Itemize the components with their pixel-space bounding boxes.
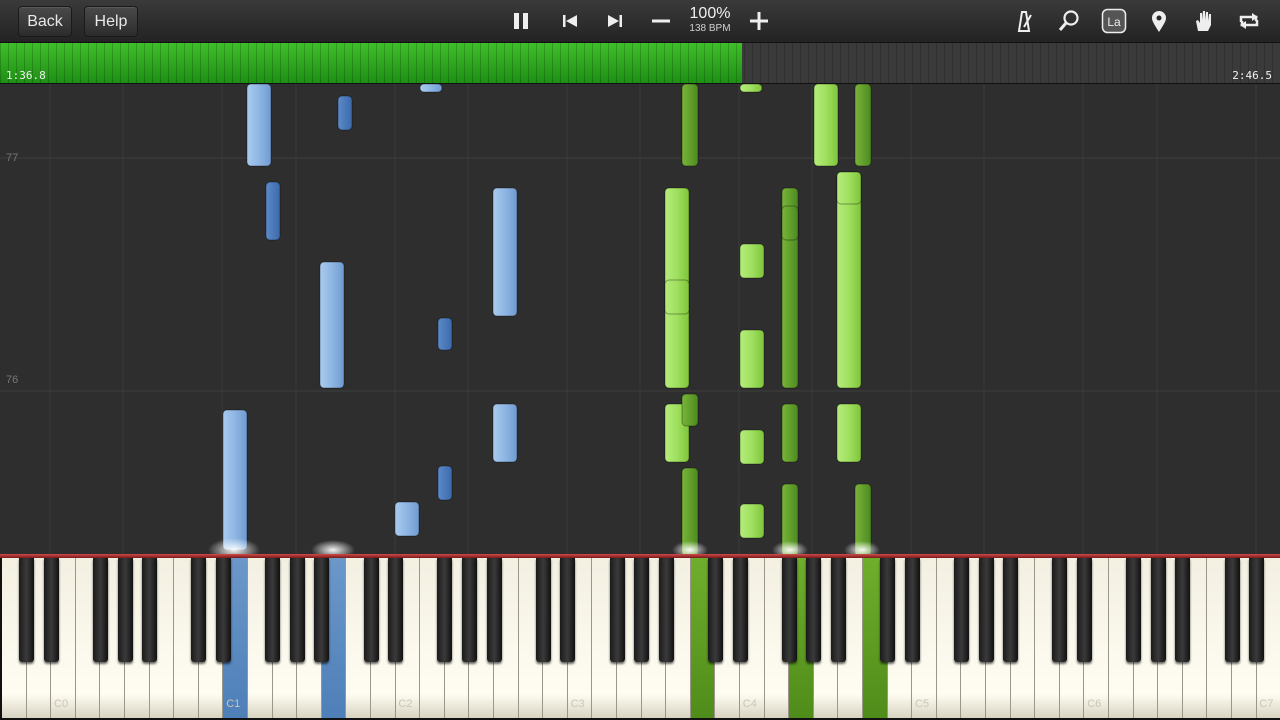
black-key[interactable] xyxy=(953,558,969,662)
right-hand-note xyxy=(836,403,862,463)
black-key[interactable] xyxy=(658,558,674,662)
falling-notes-area: 77 76 xyxy=(0,84,1280,556)
black-key[interactable] xyxy=(486,558,502,662)
measure-number: 76 xyxy=(6,374,19,386)
octave-label: C0 xyxy=(54,698,69,710)
right-hand-note xyxy=(781,403,799,463)
loop-icon[interactable] xyxy=(1233,5,1265,37)
black-key[interactable] xyxy=(142,558,158,662)
black-key[interactable] xyxy=(634,558,650,662)
left-hand-note xyxy=(246,84,272,167)
left-hand-note xyxy=(222,409,248,551)
right-hand-note xyxy=(739,329,765,389)
location-pin-icon[interactable] xyxy=(1143,5,1175,37)
black-key[interactable] xyxy=(1126,558,1142,662)
black-key[interactable] xyxy=(314,558,330,662)
left-hand-note xyxy=(319,261,345,389)
skip-previous-icon[interactable] xyxy=(554,5,586,37)
black-key[interactable] xyxy=(1249,558,1265,662)
black-key[interactable] xyxy=(1150,558,1166,662)
black-key[interactable] xyxy=(1224,558,1240,662)
black-key[interactable] xyxy=(215,558,231,662)
left-hand-note xyxy=(492,187,518,317)
left-hand-note xyxy=(419,84,443,93)
measure-number: 77 xyxy=(6,152,19,164)
black-key[interactable] xyxy=(1175,558,1191,662)
black-key[interactable] xyxy=(535,558,551,662)
right-hand-note xyxy=(739,243,765,279)
tempo-bpm: 138 BPM xyxy=(689,23,731,34)
black-key[interactable] xyxy=(19,558,35,662)
octave-label: C4 xyxy=(742,698,757,710)
right-hand-note xyxy=(739,84,763,93)
top-toolbar: Back Help 100% 138 BPM La xyxy=(0,0,1280,43)
skip-next-icon[interactable] xyxy=(599,5,631,37)
black-key[interactable] xyxy=(732,558,748,662)
black-key[interactable] xyxy=(117,558,133,662)
black-key[interactable] xyxy=(265,558,281,662)
left-hand-note xyxy=(492,403,518,463)
notes-layer xyxy=(222,84,872,556)
black-key[interactable] xyxy=(806,558,822,662)
left-hand-note xyxy=(437,317,453,351)
tempo-display: 100% 138 BPM xyxy=(680,5,740,35)
metronome-icon[interactable] xyxy=(1008,5,1040,37)
notes-canvas xyxy=(0,84,1280,556)
black-key[interactable] xyxy=(363,558,379,662)
right-hand-note xyxy=(836,171,862,205)
right-hand-note xyxy=(739,503,765,539)
black-key[interactable] xyxy=(191,558,207,662)
piano-keyboard[interactable]: C0 C1 C2 C3 C4 C5 C6 C7 xyxy=(0,558,1280,720)
black-key[interactable] xyxy=(1003,558,1019,662)
progress-ticks xyxy=(0,43,1280,83)
back-button[interactable]: Back xyxy=(18,6,72,37)
black-key[interactable] xyxy=(437,558,453,662)
note-labels-text: La xyxy=(1107,15,1121,29)
black-key[interactable] xyxy=(92,558,108,662)
octave-label: C3 xyxy=(570,698,585,710)
elapsed-time: 1:36.8 xyxy=(6,69,46,82)
octave-label: C1 xyxy=(226,698,241,710)
pause-icon[interactable] xyxy=(505,5,537,37)
left-hand-note xyxy=(394,501,420,537)
right-hand-note xyxy=(813,84,839,167)
black-key[interactable] xyxy=(781,558,797,662)
right-hand-note xyxy=(739,429,765,465)
octave-label: C6 xyxy=(1087,698,1102,710)
magnifier-icon[interactable] xyxy=(1053,5,1085,37)
black-key[interactable] xyxy=(560,558,576,662)
black-key[interactable] xyxy=(880,558,896,662)
right-hand-note xyxy=(681,393,699,427)
right-hand-note xyxy=(664,279,690,315)
total-time: 2:46.5 xyxy=(1232,69,1272,82)
black-key[interactable] xyxy=(43,558,59,662)
hand-icon[interactable] xyxy=(1188,5,1220,37)
black-key[interactable] xyxy=(289,558,305,662)
octave-label: C7 xyxy=(1259,698,1274,710)
song-progress-bar[interactable]: 1:36.8 2:46.5 xyxy=(0,43,1280,84)
right-hand-note xyxy=(854,84,872,167)
black-key[interactable] xyxy=(1052,558,1068,662)
black-key[interactable] xyxy=(461,558,477,662)
black-key[interactable] xyxy=(830,558,846,662)
black-key[interactable] xyxy=(904,558,920,662)
black-key[interactable] xyxy=(707,558,723,662)
note-labels-icon[interactable]: La xyxy=(1098,5,1130,37)
tempo-percent: 100% xyxy=(689,5,731,22)
black-key[interactable] xyxy=(609,558,625,662)
black-key[interactable] xyxy=(388,558,404,662)
left-hand-note xyxy=(437,465,453,501)
minus-icon[interactable] xyxy=(645,5,677,37)
black-key[interactable] xyxy=(1076,558,1092,662)
left-hand-note xyxy=(265,181,281,241)
octave-label: C5 xyxy=(915,698,930,710)
help-button[interactable]: Help xyxy=(84,6,138,37)
right-hand-note xyxy=(781,205,799,241)
octave-label: C2 xyxy=(398,698,413,710)
black-key[interactable] xyxy=(978,558,994,662)
plus-icon[interactable] xyxy=(743,5,775,37)
left-hand-note xyxy=(337,95,353,131)
right-hand-note xyxy=(681,84,699,167)
